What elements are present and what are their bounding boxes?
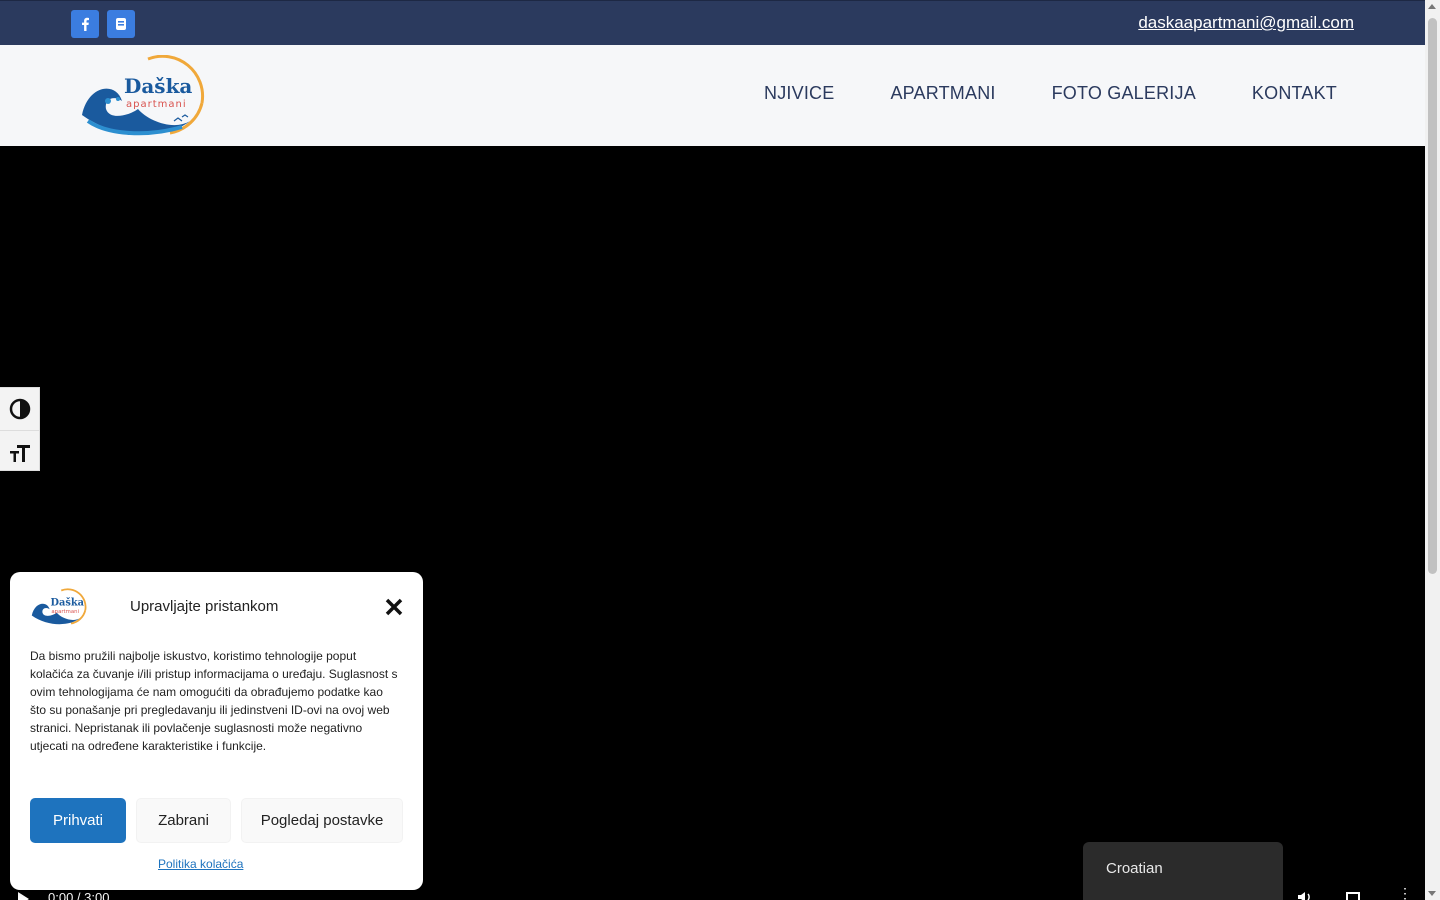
cookie-title: Upravljajte pristankom <box>130 598 279 615</box>
font-size-toggle-button[interactable] <box>0 430 40 472</box>
language-selector[interactable]: Croatian <box>1083 842 1283 900</box>
cookie-policy-link[interactable]: Politika kolačića <box>158 857 243 871</box>
contrast-icon <box>9 398 31 420</box>
contrast-toggle-button[interactable] <box>0 388 40 430</box>
fullscreen-icon[interactable] <box>1346 892 1360 900</box>
volume-icon[interactable] <box>1297 890 1313 900</box>
video-time: 0:00 / 3:00 <box>48 890 110 900</box>
page-scrollbar[interactable] <box>1425 0 1440 900</box>
scroll-up-icon[interactable] <box>1428 4 1436 9</box>
font-size-icon <box>10 444 30 462</box>
cookie-logo: Daška apartmani <box>30 588 88 626</box>
view-settings-button[interactable]: Pogledaj postavke <box>241 798 403 843</box>
nav-kontakt[interactable]: KONTAKT <box>1252 83 1337 104</box>
play-icon[interactable] <box>18 892 29 900</box>
deny-button[interactable]: Zabrani <box>136 798 231 843</box>
logo-text: Daška <box>124 74 192 98</box>
cookie-logo-subtext: apartmani <box>51 609 79 615</box>
language-label: Croatian <box>1106 860 1163 877</box>
cookie-logo-text: Daška <box>51 598 85 609</box>
accept-button[interactable]: Prihvati <box>30 798 126 843</box>
scroll-thumb[interactable] <box>1428 18 1437 574</box>
cookie-description: Da bismo pružili najbolje iskustvo, kori… <box>30 649 398 753</box>
more-options-icon[interactable]: ⋮ <box>1398 886 1412 900</box>
email-link[interactable]: daskaapartmani@gmail.com <box>1138 13 1354 33</box>
nav-foto-galerija[interactable]: FOTO GALERIJA <box>1052 83 1196 104</box>
site-logo[interactable]: Daška apartmani <box>78 54 208 137</box>
main-nav: NJIVICE APARTMANI FOTO GALERIJA KONTAKT <box>764 83 1337 104</box>
close-icon[interactable] <box>385 598 403 616</box>
booking-icon[interactable] <box>107 10 135 38</box>
nav-njivice[interactable]: NJIVICE <box>764 83 834 104</box>
top-bar: daskaapartmani@gmail.com <box>0 0 1425 45</box>
accessibility-toolbar <box>0 387 40 471</box>
cookie-consent-dialog: Daška apartmani Upravljajte pristankom D… <box>10 572 423 890</box>
site-header: Daška apartmani NJIVICE APARTMANI FOTO G… <box>0 45 1425 146</box>
facebook-icon[interactable] <box>71 10 99 38</box>
logo-subtext: apartmani <box>126 99 187 110</box>
scroll-down-icon[interactable] <box>1428 891 1436 896</box>
nav-apartmani[interactable]: APARTMANI <box>890 83 995 104</box>
